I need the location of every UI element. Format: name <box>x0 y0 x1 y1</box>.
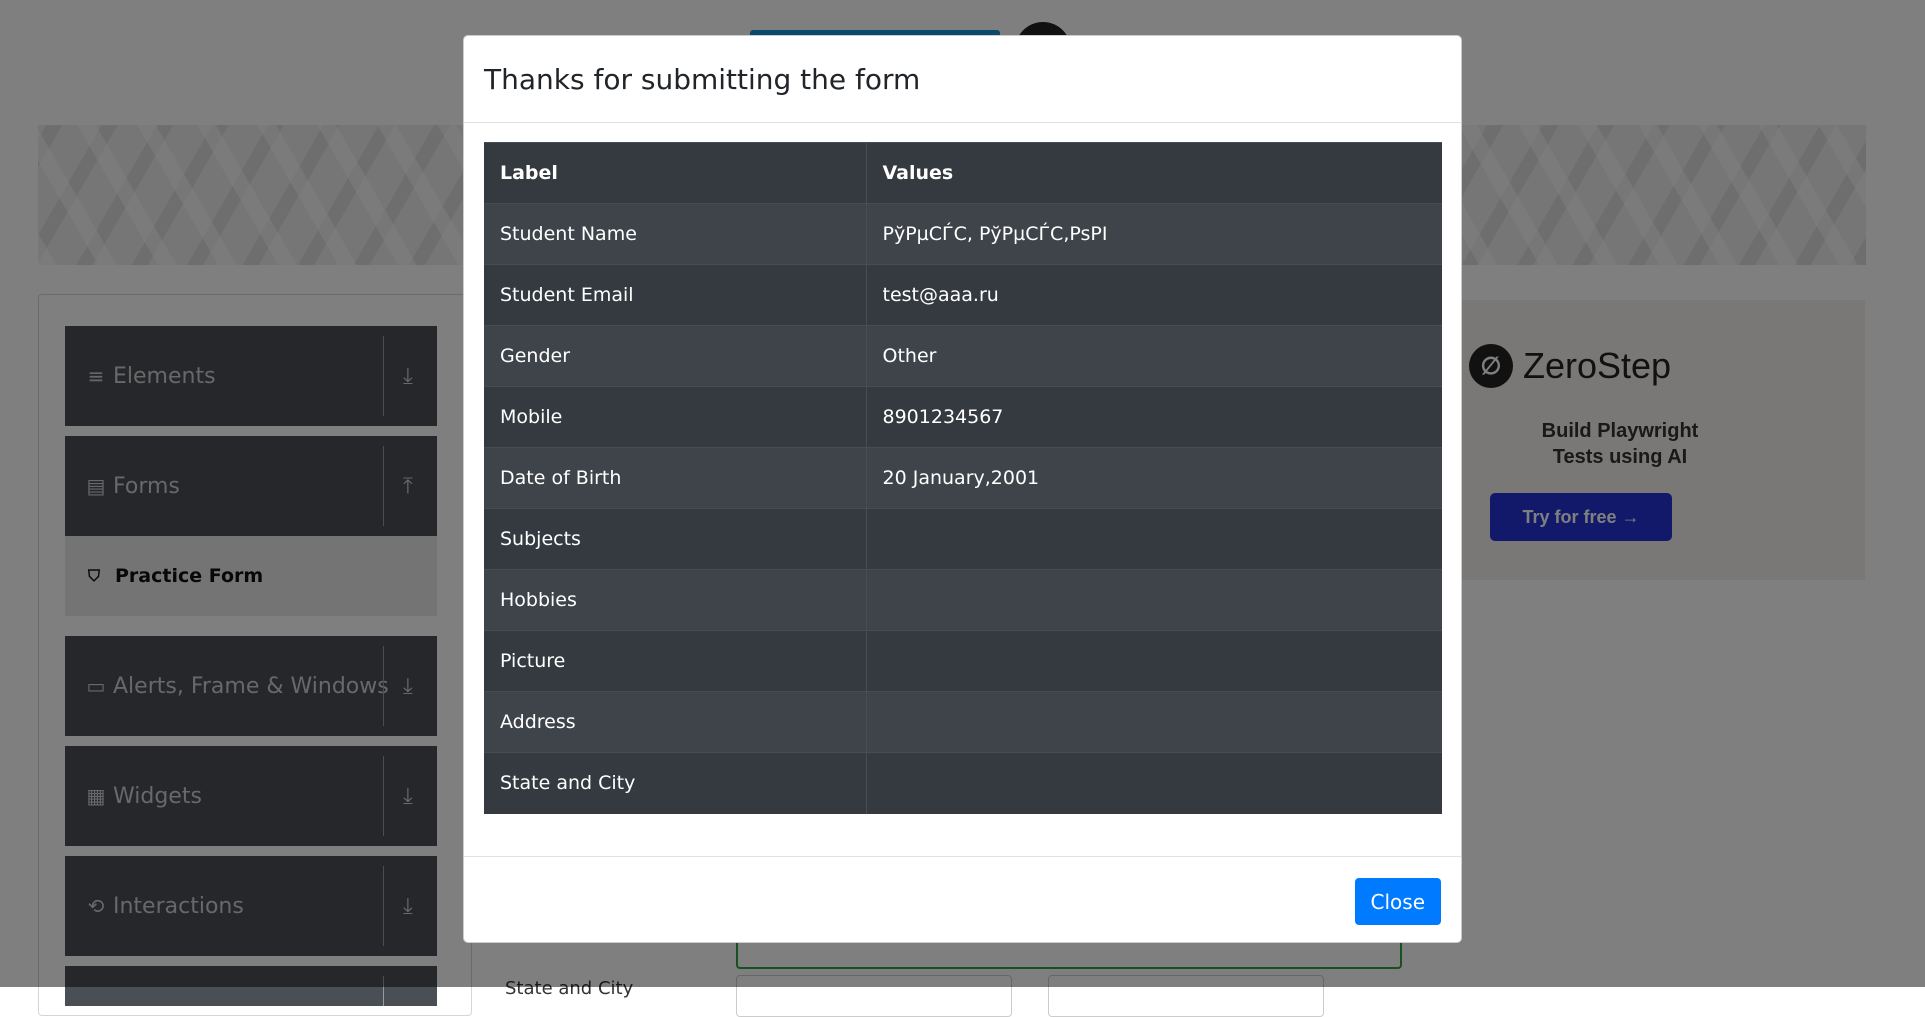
row-label: Hobbies <box>484 569 866 631</box>
row-value: 8901234567 <box>865 386 1442 448</box>
column-header-values: Values <box>865 142 1442 204</box>
row-value <box>865 569 1442 631</box>
column-header-label: Label <box>484 142 866 204</box>
table-row: Picture <box>484 630 1442 692</box>
table-header-row: Label Values <box>484 142 1442 204</box>
submission-modal: Thanks for submitting the form Label Val… <box>463 35 1462 943</box>
row-value <box>865 630 1442 692</box>
row-value: test@aaa.ru <box>865 264 1442 326</box>
row-value: 20 January,2001 <box>865 447 1442 509</box>
table-row: Date of Birth 20 January,2001 <box>484 447 1442 509</box>
row-label: State and City <box>484 752 866 814</box>
table-row: Address <box>484 691 1442 753</box>
modal-header: Thanks for submitting the form <box>464 36 1461 123</box>
row-value <box>865 752 1442 814</box>
modal-title: Thanks for submitting the form <box>484 63 921 96</box>
row-value: Other <box>865 325 1442 387</box>
row-label: Address <box>484 691 866 753</box>
row-label: Subjects <box>484 508 866 570</box>
modal-footer: Close <box>464 856 1461 942</box>
table-row: Subjects <box>484 508 1442 570</box>
table-row: Hobbies <box>484 569 1442 631</box>
row-label: Student Email <box>484 264 866 326</box>
table-row: Student Email test@aaa.ru <box>484 264 1442 326</box>
row-label: Gender <box>484 325 866 387</box>
table-row: Student Name PўPµCЃC, PўPµCЃC,PsPI <box>484 203 1442 265</box>
table-row: State and City <box>484 752 1442 814</box>
row-value <box>865 691 1442 753</box>
submission-table: Label Values Student Name PўPµCЃC, PўPµC… <box>484 142 1442 814</box>
row-label: Mobile <box>484 386 866 448</box>
row-label: Date of Birth <box>484 447 866 509</box>
table-row: Gender Other <box>484 325 1442 387</box>
row-label: Student Name <box>484 203 866 265</box>
close-button[interactable]: Close <box>1354 878 1441 925</box>
row-label: Picture <box>484 630 866 692</box>
table-row: Mobile 8901234567 <box>484 386 1442 448</box>
row-value: PўPµCЃC, PўPµCЃC,PsPI <box>865 203 1442 265</box>
row-value <box>865 508 1442 570</box>
